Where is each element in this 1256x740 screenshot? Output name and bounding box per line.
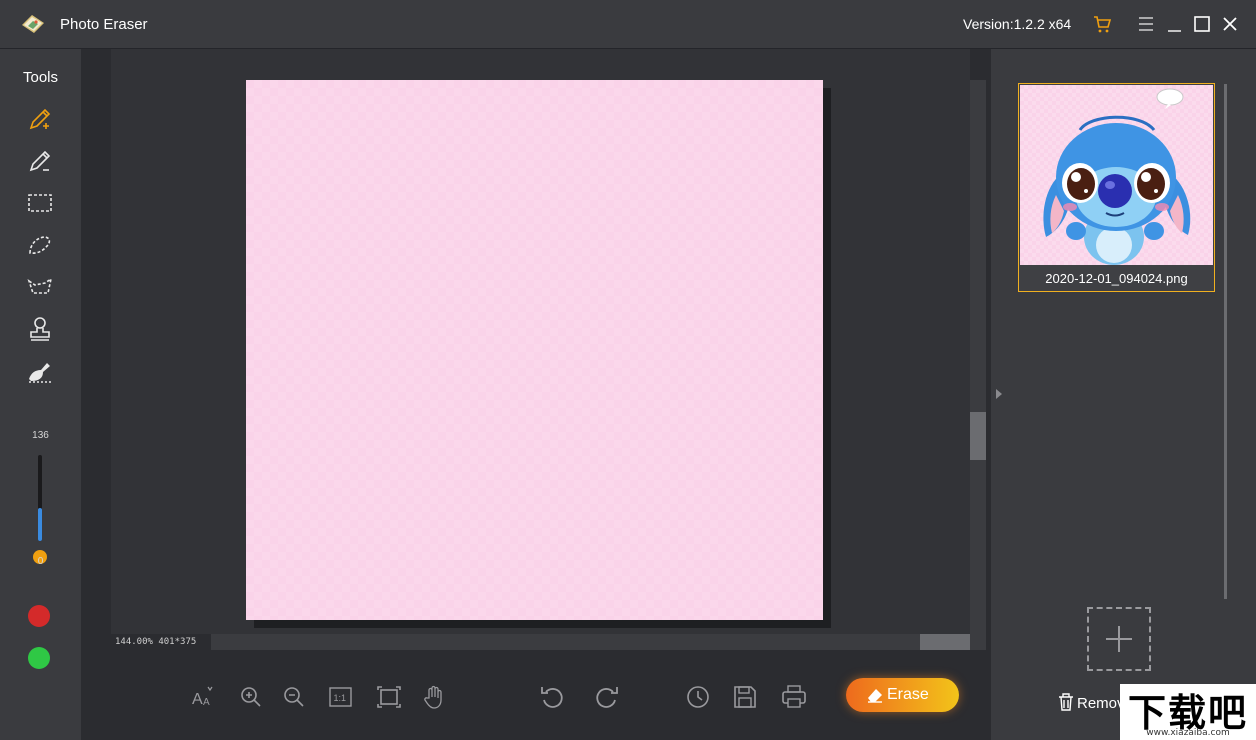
marker-add-icon[interactable] xyxy=(26,105,54,133)
trash-icon xyxy=(1059,693,1073,711)
edit-image[interactable] xyxy=(246,80,823,620)
erase-button[interactable]: Erase xyxy=(846,678,959,712)
actual-size-icon[interactable]: 1:1 xyxy=(328,684,354,710)
brush-size-slider-fill xyxy=(38,508,42,541)
svg-text:A: A xyxy=(203,697,210,708)
file-name: 2020-12-01_094024.png xyxy=(1045,271,1188,286)
erase-button-label: Erase xyxy=(887,686,929,703)
add-image-button[interactable] xyxy=(1087,607,1151,671)
remove-button-label: Remov xyxy=(1077,695,1125,712)
eraser-icon xyxy=(868,689,882,703)
file-list-item[interactable]: 2020-12-01_094024.png xyxy=(1018,83,1215,292)
zoom-out-icon[interactable] xyxy=(281,684,307,710)
lasso-icon[interactable] xyxy=(26,231,54,259)
vertical-scrollbar[interactable] xyxy=(970,80,986,650)
brush-size-slider[interactable] xyxy=(38,455,42,541)
menu-icon[interactable] xyxy=(1136,14,1156,34)
tools-panel: Tools 136 0 xyxy=(0,49,81,740)
plus-icon xyxy=(1106,626,1132,652)
polygon-lasso-icon[interactable] xyxy=(26,273,54,301)
fit-screen-icon[interactable] xyxy=(376,684,402,710)
svg-text:1:1: 1:1 xyxy=(334,693,347,703)
history-icon[interactable] xyxy=(685,684,711,710)
close-icon[interactable] xyxy=(1220,14,1240,34)
stamp-icon[interactable] xyxy=(26,315,54,343)
tools-label: Tools xyxy=(22,69,59,86)
app-title: Photo Eraser xyxy=(60,16,148,33)
thumbnail-image xyxy=(1020,85,1213,265)
text-size-icon[interactable]: AA xyxy=(190,684,216,710)
cart-icon[interactable] xyxy=(1092,14,1112,34)
watermark-url: www.xiazaiba.com xyxy=(1146,728,1230,738)
version-label: Version:1.2.2 x64 xyxy=(963,16,1072,32)
vertical-scrollbar-thumb[interactable] xyxy=(970,412,986,460)
title-bar: Photo Eraser Version:1.2.2 x64 xyxy=(0,0,1256,49)
erase-brush-icon[interactable] xyxy=(26,357,54,385)
keep-color-swatch[interactable] xyxy=(28,647,50,669)
rect-select-icon[interactable] xyxy=(26,189,54,217)
horizontal-scrollbar-thumb[interactable] xyxy=(920,634,970,650)
site-watermark: 下载吧 www.xiazaiba.com xyxy=(1120,684,1256,740)
app-logo-icon xyxy=(20,13,46,35)
file-list-scrollbar[interactable] xyxy=(1224,84,1227,599)
zoom-in-icon[interactable] xyxy=(238,684,264,710)
svg-text:A: A xyxy=(192,691,203,708)
hand-icon[interactable] xyxy=(421,684,447,710)
redo-icon[interactable] xyxy=(594,684,620,710)
save-icon[interactable] xyxy=(732,684,758,710)
zoom-info: 144.00% 401*375 xyxy=(115,637,197,647)
marker-remove-icon[interactable] xyxy=(26,147,54,175)
minimize-icon[interactable] xyxy=(1164,14,1184,34)
collapse-panel-icon[interactable] xyxy=(996,389,1002,399)
horizontal-scrollbar[interactable] xyxy=(211,634,970,650)
print-icon[interactable] xyxy=(781,684,807,710)
brush-size-max: 136 xyxy=(32,430,49,441)
maximize-icon[interactable] xyxy=(1192,14,1212,34)
brush-size-min: 0 xyxy=(37,556,44,567)
undo-icon[interactable] xyxy=(539,684,565,710)
remove-color-swatch[interactable] xyxy=(28,605,50,627)
